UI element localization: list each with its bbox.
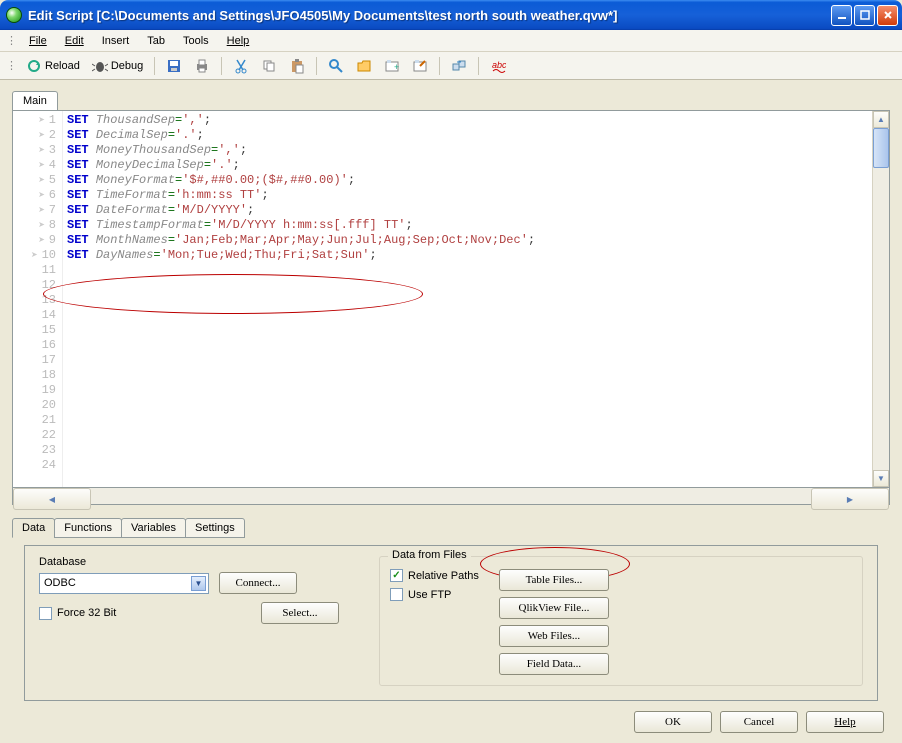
menu-help[interactable]: Help	[219, 33, 258, 49]
database-driver-value: ODBC	[44, 577, 76, 589]
menu-insert[interactable]: Insert	[94, 33, 138, 49]
database-group: Database ODBC ▼ Connect... Force 32 Bit …	[39, 556, 339, 686]
folder-icon	[356, 58, 372, 74]
vertical-scrollbar[interactable]: ▲ ▼	[872, 111, 889, 487]
tab-settings[interactable]: Settings	[185, 518, 245, 538]
print-button[interactable]	[189, 55, 215, 77]
titlebar: Edit Script [C:\Documents and Settings\J…	[0, 0, 902, 30]
tab-order-button[interactable]	[446, 55, 472, 77]
relative-paths-checkbox[interactable]: ✓ Relative Paths	[390, 569, 479, 582]
select-button[interactable]: Select...	[261, 602, 339, 624]
editor-gutter: ➤1➤2➤3➤4➤5➤6➤7➤8➤9➤101112131415161718192…	[13, 111, 63, 487]
menu-file[interactable]: File	[21, 33, 55, 49]
files-group: Data from Files ✓ Relative Paths Use FTP	[379, 556, 863, 686]
cut-icon	[233, 58, 249, 74]
menu-tab[interactable]: Tab	[139, 33, 173, 49]
search-icon	[328, 58, 344, 74]
toolbar-separator	[221, 57, 222, 75]
checkbox-icon	[390, 588, 403, 601]
menu-edit[interactable]: Edit	[57, 33, 92, 49]
close-button[interactable]	[877, 5, 898, 26]
paste-button[interactable]	[284, 55, 310, 77]
paste-icon	[289, 58, 305, 74]
maximize-button[interactable]	[854, 5, 875, 26]
tab-add-icon: +	[384, 58, 400, 74]
editor-code[interactable]: SET ThousandSep=','; SET DecimalSep='.';…	[63, 111, 872, 487]
tab-data[interactable]: Data	[12, 518, 55, 538]
tab-order-icon	[451, 58, 467, 74]
relative-paths-label: Relative Paths	[408, 570, 479, 582]
horizontal-scrollbar[interactable]: ◀ ▶	[12, 488, 890, 505]
annotation-ellipse	[43, 274, 423, 314]
folder-button[interactable]	[351, 55, 377, 77]
save-button[interactable]	[161, 55, 187, 77]
svg-text:abc: abc	[492, 60, 506, 70]
chevron-down-icon: ▼	[191, 576, 206, 591]
scroll-left-button[interactable]: ◀	[13, 488, 91, 510]
toolbar-grip-icon: ⋮	[6, 59, 15, 72]
use-ftp-label: Use FTP	[408, 589, 451, 601]
copy-button[interactable]	[256, 55, 282, 77]
cut-button[interactable]	[228, 55, 254, 77]
tab-rename-icon	[412, 58, 428, 74]
scroll-track[interactable]	[873, 168, 889, 470]
reload-icon	[26, 58, 42, 74]
qlikview-file-button[interactable]: QlikView File...	[499, 597, 609, 619]
scroll-up-button[interactable]: ▲	[873, 111, 889, 128]
scroll-thumb[interactable]	[873, 128, 889, 168]
table-files-button[interactable]: Table Files...	[499, 569, 609, 591]
syntax-check-icon: abc	[490, 58, 506, 74]
menu-grip-icon: ⋮	[6, 34, 15, 47]
force-32bit-checkbox[interactable]: Force 32 Bit	[39, 607, 116, 620]
tab-rename-button[interactable]	[407, 55, 433, 77]
toolbar-separator	[439, 57, 440, 75]
toolbar-separator	[316, 57, 317, 75]
help-button[interactable]: Help	[806, 711, 884, 733]
checkbox-checked-icon: ✓	[390, 569, 403, 582]
database-driver-combo[interactable]: ODBC ▼	[39, 573, 209, 594]
menu-tools[interactable]: Tools	[175, 33, 217, 49]
reload-label: Reload	[45, 60, 80, 72]
app-icon	[6, 7, 22, 23]
print-icon	[194, 58, 210, 74]
reload-button[interactable]: Reload	[21, 55, 85, 77]
connect-button[interactable]: Connect...	[219, 572, 297, 594]
files-legend: Data from Files	[388, 549, 471, 561]
menubar: ⋮ File Edit Insert Tab Tools Help	[0, 30, 902, 52]
toolbar: ⋮ Reload Debug + abc	[0, 52, 902, 80]
find-button[interactable]	[323, 55, 349, 77]
tab-variables[interactable]: Variables	[121, 518, 186, 538]
svg-text:+: +	[394, 62, 399, 72]
debug-label: Debug	[111, 60, 143, 72]
copy-icon	[261, 58, 277, 74]
field-data-button[interactable]: Field Data...	[499, 653, 609, 675]
window-title: Edit Script [C:\Documents and Settings\J…	[28, 8, 831, 23]
database-legend: Database	[39, 556, 339, 568]
minimize-button[interactable]	[831, 5, 852, 26]
script-tab-main[interactable]: Main	[12, 91, 58, 111]
force-32bit-label: Force 32 Bit	[57, 607, 116, 619]
use-ftp-checkbox[interactable]: Use FTP	[390, 588, 479, 601]
checkbox-icon	[39, 607, 52, 620]
web-files-button[interactable]: Web Files...	[499, 625, 609, 647]
debug-button[interactable]: Debug	[87, 55, 148, 77]
toolbar-separator	[478, 57, 479, 75]
scroll-right-button[interactable]: ▶	[811, 488, 889, 510]
bug-icon	[92, 58, 108, 74]
cancel-button[interactable]: Cancel	[720, 711, 798, 733]
ok-button[interactable]: OK	[634, 711, 712, 733]
tab-add-button[interactable]: +	[379, 55, 405, 77]
tab-functions[interactable]: Functions	[54, 518, 122, 538]
scroll-down-button[interactable]: ▼	[873, 470, 889, 487]
syntax-check-button[interactable]: abc	[485, 55, 511, 77]
scroll-track[interactable]	[91, 488, 811, 504]
script-editor[interactable]: ➤1➤2➤3➤4➤5➤6➤7➤8➤9➤101112131415161718192…	[12, 110, 890, 488]
toolbar-separator	[154, 57, 155, 75]
save-icon	[166, 58, 182, 74]
